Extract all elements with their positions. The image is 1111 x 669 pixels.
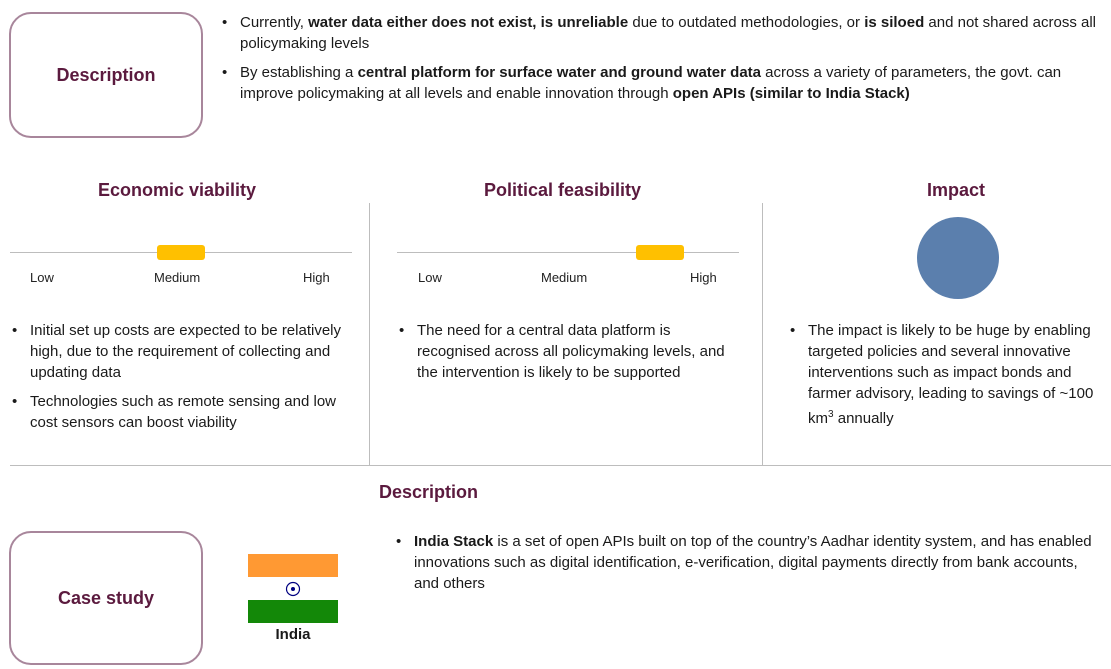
political-bullet-1: The need for a central data platform is … <box>395 320 745 383</box>
political-scale-low: Low <box>418 270 442 285</box>
description-bullets: Currently, water data either does not ex… <box>218 12 1098 112</box>
flag-label: India <box>275 626 311 643</box>
case-study-section-title: Description <box>379 482 479 502</box>
india-flag <box>248 554 338 623</box>
case-study-bullets: India Stack is a set of open APIs built … <box>392 531 1097 602</box>
economic-scale-high: High <box>303 270 330 285</box>
case-study-box-label: Case study <box>57 587 155 608</box>
flag-saffron-stripe <box>248 554 338 577</box>
economic-viability-title: Economic viability <box>98 180 257 200</box>
economic-bullet-2: Technologies such as remote sensing and … <box>8 391 358 433</box>
economic-bullets: Initial set up costs are expected to be … <box>8 320 358 441</box>
economic-scale-low: Low <box>30 270 54 285</box>
description-bullet-1: Currently, water data either does not ex… <box>218 12 1098 54</box>
flag-green-stripe <box>248 600 338 623</box>
political-level-indicator <box>636 245 684 260</box>
column-divider-1 <box>369 203 370 465</box>
description-box: Description <box>9 12 203 138</box>
case-study-box: Case study <box>9 531 203 665</box>
political-scale-medium: Medium <box>541 270 588 285</box>
section-divider <box>10 465 1111 466</box>
political-scale-track <box>397 252 739 253</box>
case-study-bullet-1: India Stack is a set of open APIs built … <box>392 531 1097 594</box>
impact-bullet-1: The impact is likely to be huge by enabl… <box>786 320 1108 429</box>
economic-scale-medium: Medium <box>154 270 201 285</box>
impact-bullets: The impact is likely to be huge by enabl… <box>786 320 1108 437</box>
column-divider-2 <box>762 203 763 465</box>
political-feasibility-title: Political feasibility <box>484 180 642 200</box>
political-scale-high: High <box>690 270 717 285</box>
political-bullets: The need for a central data platform is … <box>395 320 745 391</box>
description-bullet-2: By establishing a central platform for s… <box>218 62 1098 104</box>
impact-title: Impact <box>927 180 986 200</box>
economic-bullet-1: Initial set up costs are expected to be … <box>8 320 358 383</box>
economic-level-indicator <box>157 245 205 260</box>
ashoka-chakra-icon <box>285 581 301 596</box>
description-box-label: Description <box>56 64 156 85</box>
impact-circle <box>917 217 999 299</box>
flag-white-stripe <box>248 577 338 600</box>
